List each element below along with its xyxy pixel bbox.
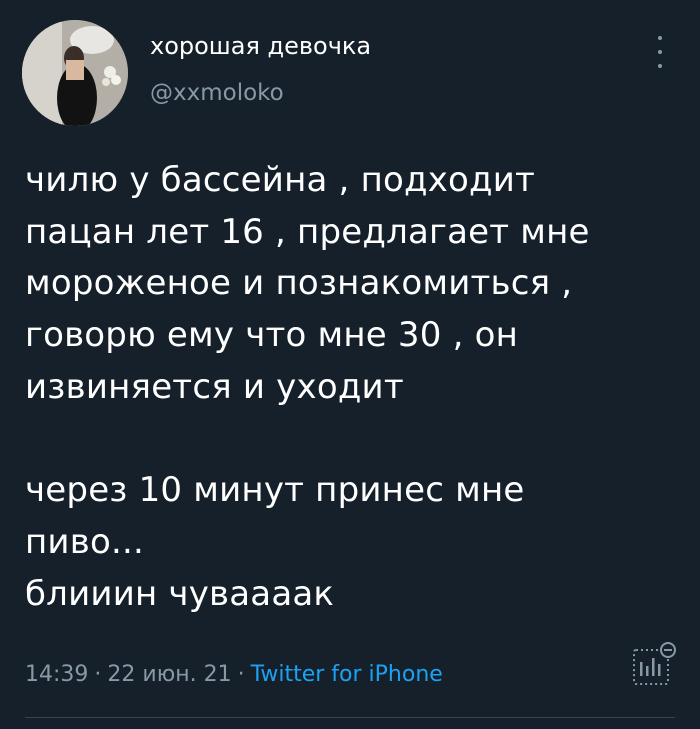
display-name[interactable]: хорошая девочка bbox=[150, 31, 371, 61]
tweet-time[interactable]: 14:39 bbox=[25, 662, 88, 687]
user-handle[interactable]: @xxmoloko bbox=[150, 79, 284, 107]
tweet-meta: 14:39 · 22 июн. 21 · Twitter for iPhone bbox=[25, 660, 443, 690]
meta-separator: · bbox=[94, 662, 102, 687]
tweet-text-line: чилю у бассейна , подходит bbox=[25, 160, 536, 200]
tweet-text-line: блииин чуваааак bbox=[25, 573, 335, 614]
tweet-text-line: говорю ему что мне 30 , он bbox=[25, 315, 519, 356]
tweet-text-blank-line bbox=[25, 413, 665, 465]
tweet-date[interactable]: 22 июн. 21 bbox=[107, 662, 231, 687]
tweet-text-line: извиняется и уходит bbox=[25, 366, 404, 407]
avatar-photo bbox=[22, 20, 128, 126]
tweet-text-line: пиво... bbox=[25, 521, 144, 562]
meta-separator: · bbox=[237, 662, 245, 687]
divider bbox=[25, 717, 675, 718]
tweet-card: хорошая девочка @xxmoloko чилю у бассейн… bbox=[0, 0, 700, 729]
tweet-text: чилю у бассейна , подходит пацан лет 16 … bbox=[25, 155, 665, 620]
avatar[interactable] bbox=[22, 20, 128, 126]
tweet-source-link[interactable]: Twitter for iPhone bbox=[251, 662, 443, 687]
analytics-icon[interactable] bbox=[624, 640, 680, 692]
tweet-text-line: пацан лет 16 , предлагает мне bbox=[25, 211, 590, 252]
tweet-text-line: через 10 минут принес мне bbox=[25, 470, 525, 511]
tweet-text-line: мороженое и познакомиться , bbox=[25, 263, 573, 304]
more-vertical-icon[interactable] bbox=[650, 34, 670, 70]
